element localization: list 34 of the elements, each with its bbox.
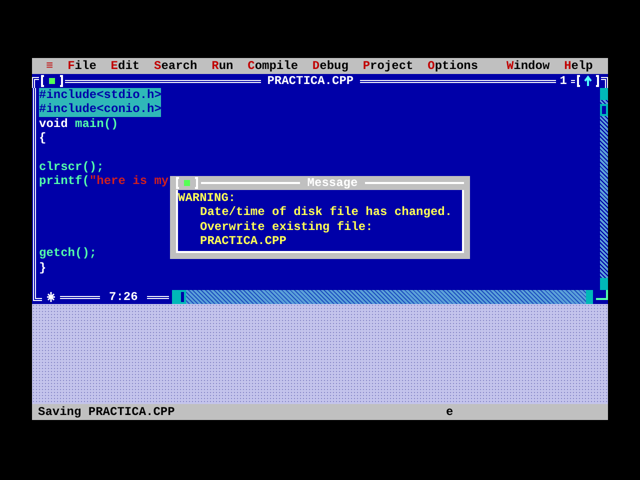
window-number: 1 — [558, 74, 568, 88]
code-line: { — [39, 131, 46, 146]
modified-star-icon — [45, 291, 57, 303]
vertical-scrollbar[interactable] — [600, 88, 608, 290]
menu-item[interactable]: ≡ — [46, 58, 54, 74]
window-title: PRACTICA.CPP — [266, 74, 355, 88]
message-text: Overwrite existing file: — [199, 220, 374, 234]
warning-heading: WARNING: — [178, 191, 237, 206]
scroll-thumb[interactable] — [600, 104, 608, 116]
menu-item[interactable]: Search — [154, 58, 198, 74]
dialog-title: Message — [306, 176, 359, 190]
zoom-arrow-icon[interactable] — [577, 75, 599, 87]
menu-item[interactable]: Options — [428, 58, 478, 74]
close-box-icon[interactable] — [41, 75, 63, 87]
horizontal-scrollbar[interactable] — [172, 290, 593, 304]
status-indicator: e — [446, 405, 454, 419]
message-text: PRACTICA.CPP — [199, 234, 288, 249]
cursor-position: 7:26 — [108, 290, 139, 304]
code-line: void main() — [39, 116, 118, 132]
code-line: clrscr(); — [39, 160, 104, 174]
resize-corner-icon[interactable] — [596, 290, 608, 300]
menu-item[interactable]: Edit — [110, 58, 140, 74]
menu-item[interactable]: Project — [362, 58, 414, 74]
menu-item[interactable]: Window — [506, 58, 550, 74]
menu-item[interactable]: Debug — [312, 58, 348, 74]
message-text: Date/time of disk file has changed. — [199, 205, 454, 220]
code-line: getch(); — [39, 246, 97, 261]
code-line: printf("here is my — [39, 174, 169, 189]
status-message: Saving PRACTICA.CPP — [37, 405, 176, 419]
menu-item[interactable]: Help — [564, 58, 593, 74]
menu-item[interactable]: File — [68, 58, 96, 74]
code-line: } — [39, 260, 46, 276]
menu-item[interactable]: Compile — [248, 58, 298, 74]
menu-item[interactable]: Run — [212, 58, 234, 74]
